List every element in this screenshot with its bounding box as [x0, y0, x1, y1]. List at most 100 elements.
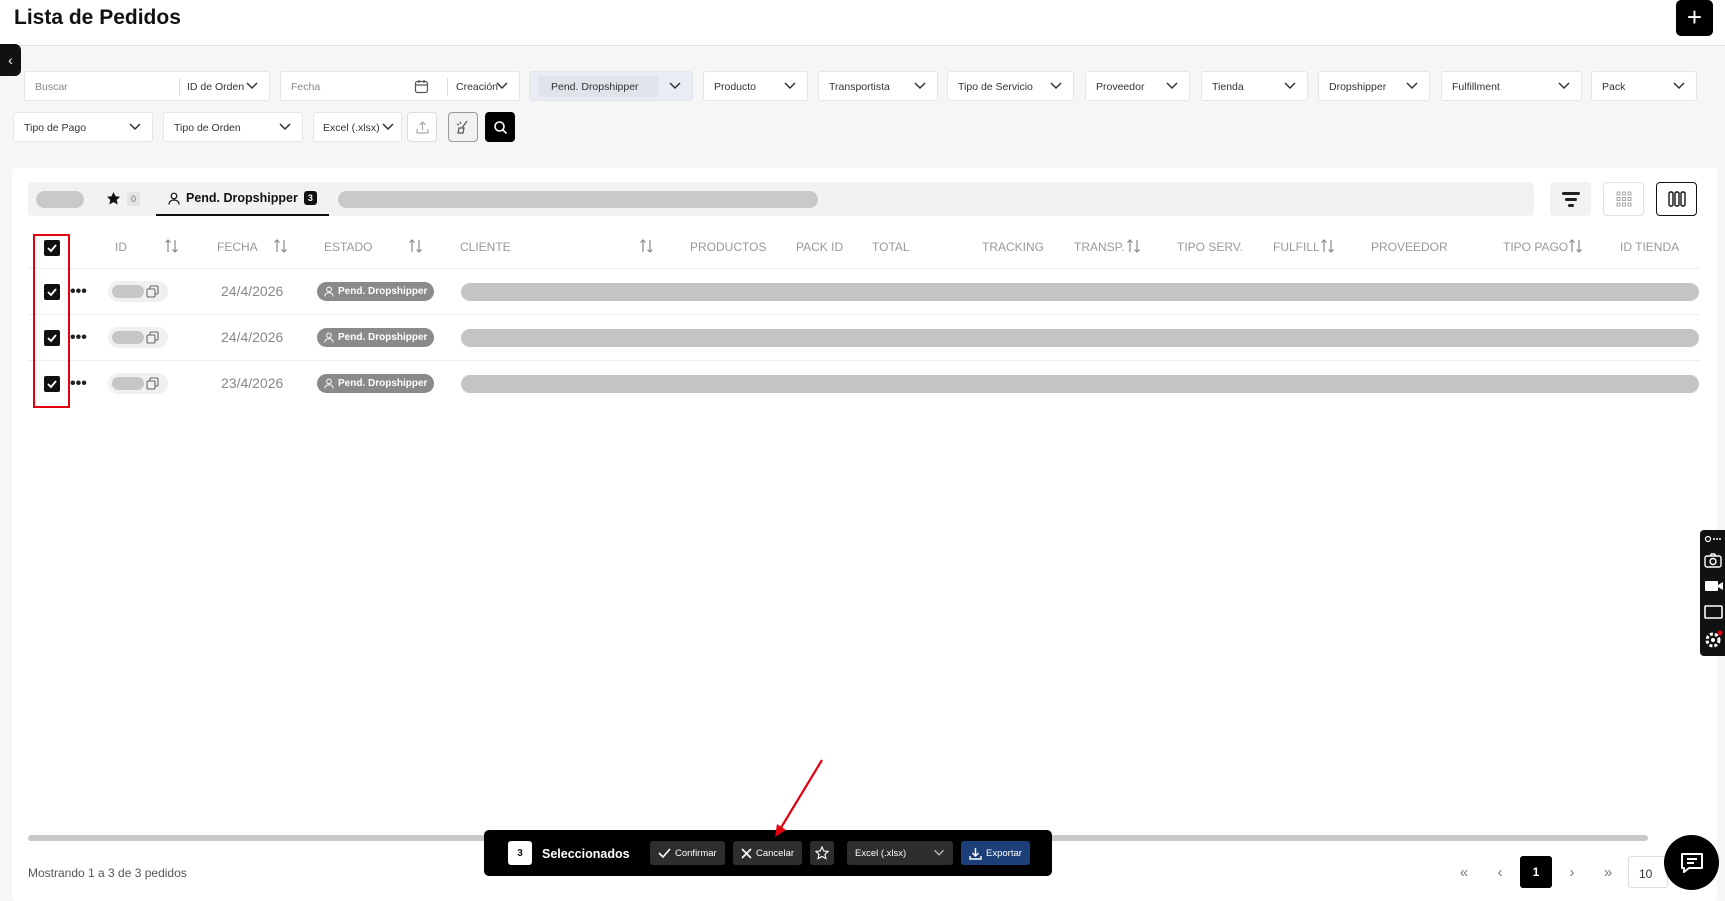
- order-date: 24/4/2026: [221, 283, 284, 299]
- window-icon[interactable]: [1704, 604, 1724, 620]
- status-badge: Pend. Dropshipper: [317, 374, 435, 393]
- row-data-placeholder: [461, 283, 1699, 301]
- column-header-estado[interactable]: ESTADO: [324, 240, 372, 254]
- last-page-button[interactable]: »: [1592, 856, 1624, 888]
- upload-button[interactable]: [407, 112, 437, 142]
- pack-filter[interactable]: Pack: [1591, 71, 1697, 101]
- service-type-filter[interactable]: Tipo de Servicio: [947, 71, 1074, 101]
- tab-all-placeholder[interactable]: [36, 191, 84, 208]
- chat-button[interactable]: [1664, 835, 1719, 890]
- add-order-button[interactable]: +: [1676, 0, 1713, 36]
- supplier-filter[interactable]: Proveedor: [1085, 71, 1190, 101]
- per-page-select[interactable]: 10: [1628, 856, 1668, 888]
- row-actions-icon[interactable]: •••: [70, 284, 87, 300]
- chevron-down-icon: [1166, 82, 1178, 90]
- sort-icon[interactable]: [1126, 238, 1142, 254]
- search-button[interactable]: [485, 112, 515, 142]
- grid-view-button[interactable]: [1603, 182, 1644, 216]
- column-header-id-tienda[interactable]: ID TIENDA: [1620, 240, 1679, 254]
- product-filter[interactable]: Producto: [703, 71, 808, 101]
- date-input[interactable]: Fecha: [291, 81, 320, 93]
- export-button[interactable]: Exportar: [961, 841, 1030, 865]
- bulk-export-format-select[interactable]: Excel (.xlsx): [847, 841, 953, 865]
- search-icon: [493, 120, 507, 134]
- status-text: Pend. Dropshipper: [338, 378, 428, 389]
- sort-icon[interactable]: [639, 238, 655, 254]
- check-icon: [658, 848, 671, 859]
- store-filter[interactable]: Tienda: [1201, 71, 1308, 101]
- star-icon: [107, 192, 121, 205]
- link-icon[interactable]: [1704, 534, 1722, 544]
- cancel-button[interactable]: Cancelar: [733, 841, 803, 865]
- fulfillment-filter-label: Fulfillment: [1452, 81, 1500, 93]
- column-header-transp[interactable]: TRANSP.: [1074, 240, 1124, 254]
- orders-card: [12, 168, 1717, 901]
- copy-icon[interactable]: [146, 285, 160, 298]
- selected-label: Seleccionados: [542, 847, 630, 861]
- column-header-id[interactable]: ID: [115, 240, 127, 254]
- order-id-pill[interactable]: [108, 281, 168, 302]
- export-format-select[interactable]: Excel (.xlsx): [313, 112, 402, 142]
- status-badge: Pend. Dropshipper: [317, 282, 435, 301]
- tab-favorites[interactable]: 0: [106, 191, 141, 206]
- sort-filter-button[interactable]: [1550, 182, 1591, 216]
- chevron-down-icon: [1673, 82, 1685, 90]
- row-actions-icon[interactable]: •••: [70, 376, 87, 392]
- order-type-filter[interactable]: Tipo de Orden: [163, 112, 303, 142]
- user-icon: [168, 192, 180, 205]
- column-header-productos[interactable]: PRODUCTOS: [690, 240, 766, 254]
- page-title: Lista de Pedidos: [14, 6, 181, 29]
- order-id-pill[interactable]: [108, 327, 168, 348]
- fulfillment-filter[interactable]: Fulfillment: [1441, 71, 1582, 101]
- sort-icon[interactable]: [273, 238, 289, 254]
- user-icon: [324, 286, 334, 297]
- collapse-sidebar-button[interactable]: ‹: [0, 44, 21, 76]
- column-view-button[interactable]: [1656, 182, 1697, 216]
- sort-icon[interactable]: [164, 238, 180, 254]
- sort-icon[interactable]: [1320, 238, 1336, 254]
- sort-icon[interactable]: [1568, 238, 1584, 254]
- column-header-fecha[interactable]: FECHA: [217, 240, 258, 254]
- column-header-tipo-pago[interactable]: TIPO PAGO: [1503, 240, 1568, 254]
- column-header-total[interactable]: TOTAL: [872, 240, 910, 254]
- grid-icon: [1616, 191, 1631, 207]
- prev-page-button[interactable]: ‹: [1484, 856, 1516, 888]
- order-id-pill[interactable]: [108, 373, 168, 394]
- search-input[interactable]: Buscar: [35, 81, 68, 93]
- status-text: Pend. Dropshipper: [338, 332, 428, 343]
- first-page-button[interactable]: «: [1448, 856, 1480, 888]
- column-header-pack-id[interactable]: PACK ID: [796, 240, 843, 254]
- dropshipper-filter[interactable]: Dropshipper: [1318, 71, 1430, 101]
- column-header-cliente[interactable]: CLIENTE: [460, 240, 511, 254]
- column-header-tipo-serv[interactable]: TIPO SERV.: [1177, 240, 1243, 254]
- order-id-select[interactable]: ID de Orden: [187, 81, 244, 93]
- column-header-fulfill[interactable]: FULFILL: [1273, 240, 1320, 254]
- divider: [447, 78, 448, 96]
- row-actions-icon[interactable]: •••: [70, 330, 87, 346]
- page-1-button[interactable]: 1: [1520, 856, 1552, 888]
- next-page-button[interactable]: ›: [1556, 856, 1588, 888]
- carrier-filter[interactable]: Transportista: [818, 71, 938, 101]
- calendar-icon[interactable]: [414, 79, 429, 94]
- payment-type-filter[interactable]: Tipo de Pago: [13, 112, 153, 142]
- column-header-proveedor[interactable]: PROVEEDOR: [1371, 240, 1448, 254]
- favorite-button[interactable]: [810, 841, 834, 865]
- row-data-placeholder: [461, 329, 1699, 347]
- tab-pend-dropshipper[interactable]: Pend. Dropshipper 3: [156, 182, 329, 216]
- clear-filters-button[interactable]: [448, 112, 478, 142]
- column-header-tracking[interactable]: TRACKING: [982, 240, 1044, 254]
- copy-icon[interactable]: [146, 377, 160, 390]
- copy-icon[interactable]: [146, 331, 160, 344]
- gear-icon[interactable]: [1704, 630, 1724, 648]
- sort-icon[interactable]: [408, 238, 424, 254]
- video-icon[interactable]: [1704, 578, 1724, 594]
- status-filter[interactable]: Pend. Dropshipper: [529, 71, 693, 101]
- order-type-filter-label: Tipo de Orden: [174, 122, 241, 134]
- date-filter-group: Fecha Creación: [280, 71, 520, 101]
- tab-placeholder[interactable]: [338, 191, 818, 208]
- camera-icon[interactable]: [1704, 552, 1722, 568]
- tab-count: 3: [303, 191, 317, 205]
- creation-select[interactable]: Creación: [456, 81, 498, 93]
- status-text: Pend. Dropshipper: [338, 286, 428, 297]
- confirm-button[interactable]: Confirmar: [650, 841, 725, 865]
